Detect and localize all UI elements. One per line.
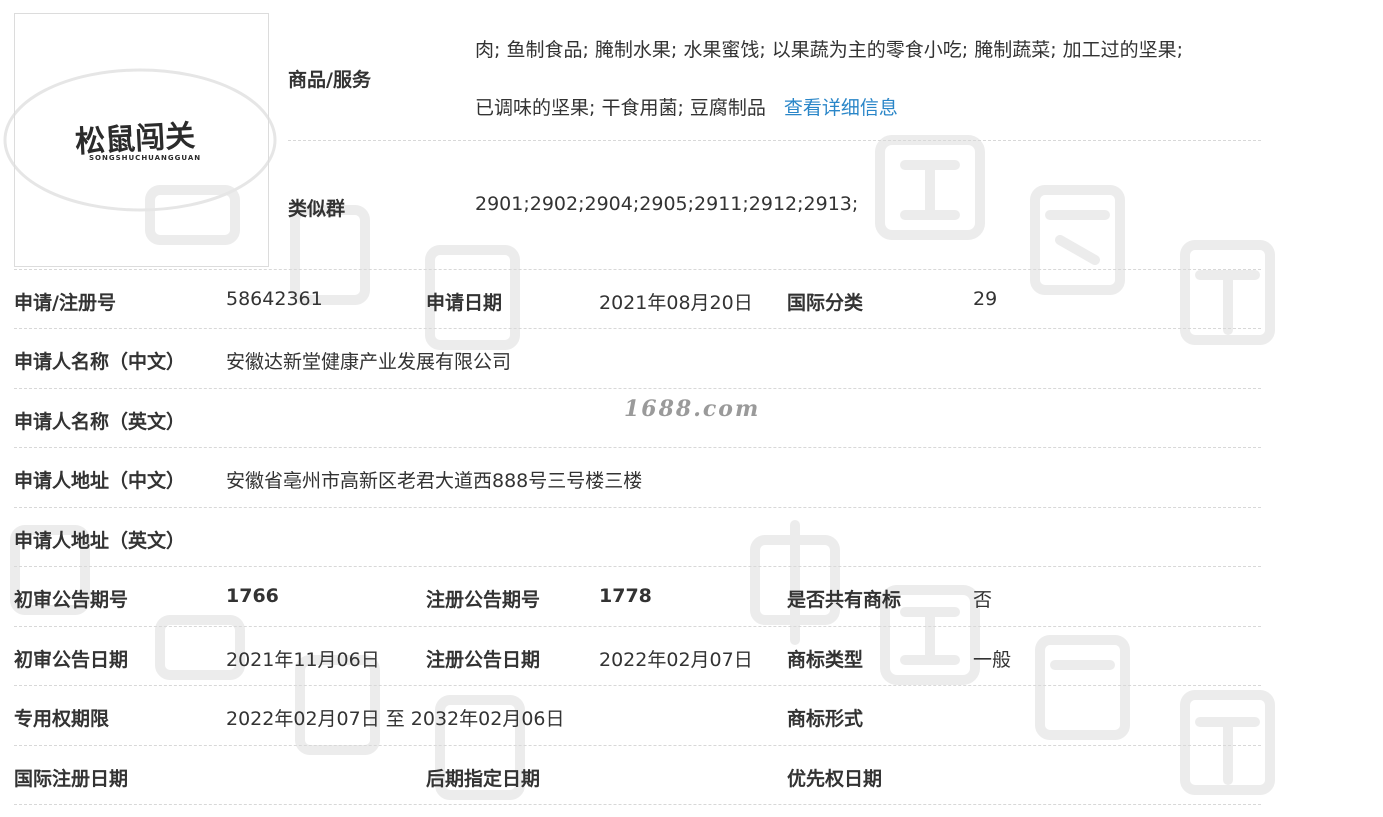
applicant-en-label: 申请人名称（英文） bbox=[14, 411, 186, 433]
divider bbox=[14, 388, 1261, 389]
prelim-date-value: 2021年11月06日 bbox=[226, 649, 380, 671]
address-cn-value: 安徽省亳州市高新区老君大道西888号三号楼三楼 bbox=[226, 470, 643, 492]
later-designation-label: 后期指定日期 bbox=[426, 768, 541, 790]
divider bbox=[14, 626, 1261, 627]
reg-date-value: 2022年02月07日 bbox=[599, 649, 753, 671]
goods-line-2-text: 已调味的坚果; 干食用菌; 豆腐制品 bbox=[475, 97, 766, 119]
divider bbox=[14, 507, 1261, 508]
exclusive-period-value: 2022年02月07日 至 2032年02月06日 bbox=[226, 708, 565, 730]
intl-class-value: 29 bbox=[973, 288, 998, 310]
similar-group-label: 类似群 bbox=[288, 198, 346, 220]
shared-value: 否 bbox=[973, 589, 993, 611]
mark-type-label: 商标类型 bbox=[787, 649, 864, 671]
divider bbox=[288, 140, 1261, 141]
address-cn-label: 申请人地址（中文） bbox=[14, 470, 186, 492]
goods-line-2: 已调味的坚果; 干食用菌; 豆腐制品 查看详细信息 bbox=[475, 93, 898, 120]
divider bbox=[14, 804, 1261, 805]
prelim-issue-label: 初审公告期号 bbox=[14, 589, 129, 611]
apply-date-value: 2021年08月20日 bbox=[599, 292, 753, 314]
applicant-cn-label: 申请人名称（中文） bbox=[14, 351, 186, 373]
address-en-label: 申请人地址（英文） bbox=[14, 530, 186, 552]
exclusive-period-label: 专用权期限 bbox=[14, 708, 110, 730]
apply-date-label: 申请日期 bbox=[426, 292, 503, 314]
intl-class-label: 国际分类 bbox=[787, 292, 864, 314]
reg-date-label: 注册公告日期 bbox=[426, 649, 541, 671]
priority-date-label: 优先权日期 bbox=[787, 768, 883, 790]
trademark-image: 松鼠闯关 SONGSHUCHUANGGUAN bbox=[14, 13, 269, 267]
site-watermark: 1688.com bbox=[624, 396, 761, 422]
view-details-link[interactable]: 查看详细信息 bbox=[784, 97, 898, 119]
mark-type-value: 一般 bbox=[973, 649, 1012, 671]
divider bbox=[14, 685, 1261, 686]
goods-line-1: 肉; 鱼制食品; 腌制水果; 水果蜜饯; 以果蔬为主的零食小吃; 腌制蔬菜; 加… bbox=[475, 39, 1184, 61]
divider bbox=[14, 745, 1261, 746]
reg-no-value: 58642361 bbox=[226, 288, 323, 310]
prelim-date-label: 初审公告日期 bbox=[14, 649, 129, 671]
prelim-issue-value: 1766 bbox=[226, 585, 279, 607]
intl-reg-date-label: 国际注册日期 bbox=[14, 768, 129, 790]
applicant-cn-value: 安徽达新堂健康产业发展有限公司 bbox=[226, 351, 512, 373]
shared-label: 是否共有商标 bbox=[787, 589, 902, 611]
mark-form-label: 商标形式 bbox=[787, 708, 864, 730]
goods-label: 商品/服务 bbox=[288, 69, 371, 91]
similar-group-value: 2901;2902;2904;2905;2911;2912;2913; bbox=[475, 193, 859, 215]
divider bbox=[14, 566, 1261, 567]
reg-issue-label: 注册公告期号 bbox=[426, 589, 541, 611]
reg-issue-value: 1778 bbox=[599, 585, 652, 607]
divider bbox=[14, 328, 1261, 329]
divider bbox=[14, 447, 1261, 448]
reg-no-label: 申请/注册号 bbox=[14, 292, 116, 314]
divider bbox=[14, 269, 1261, 270]
trademark-logo-subtext: SONGSHUCHUANGGUAN bbox=[89, 154, 202, 162]
